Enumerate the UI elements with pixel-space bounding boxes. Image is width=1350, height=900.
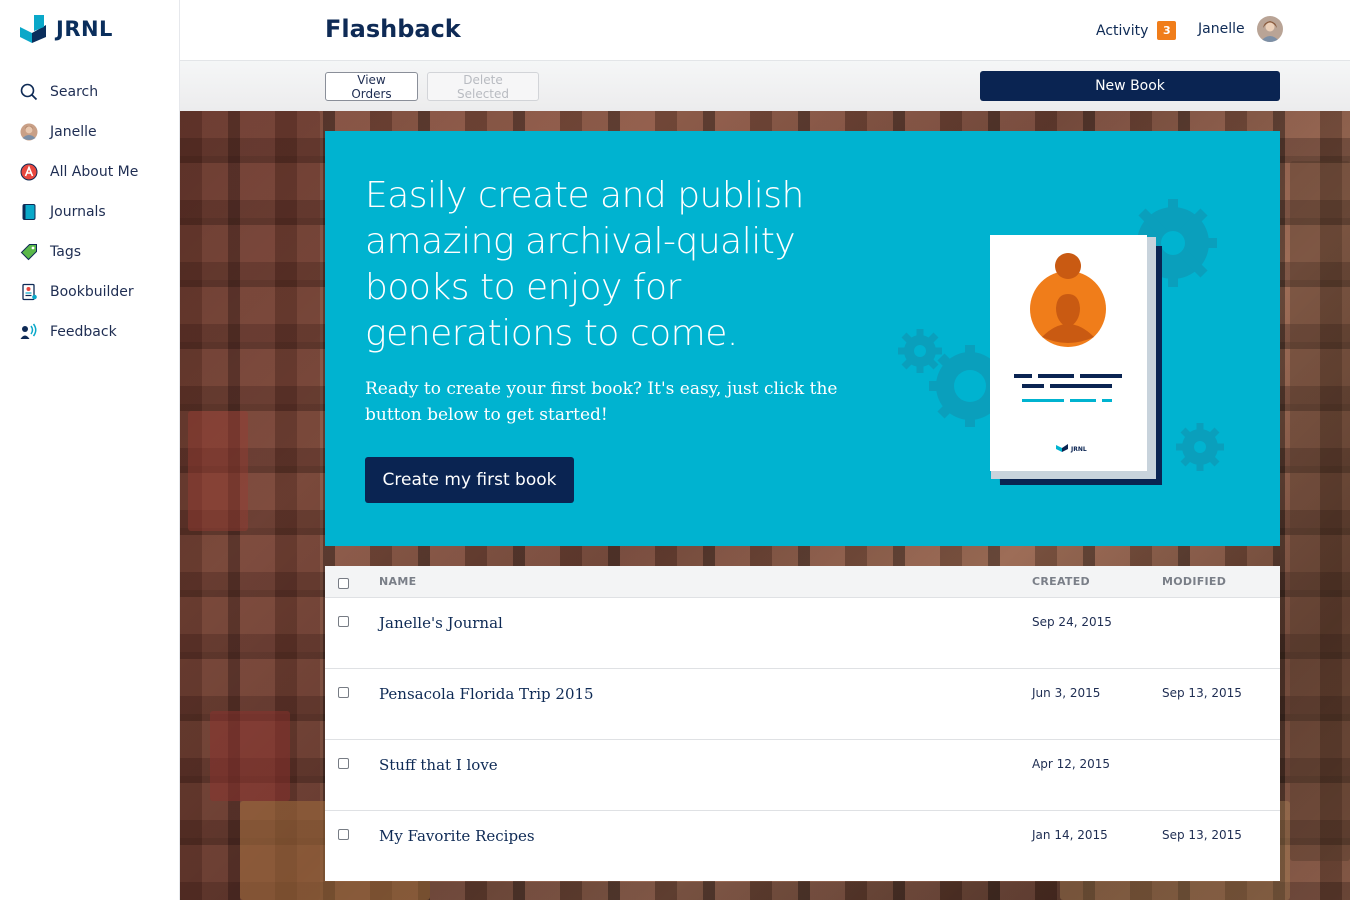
sidebar-item-label: Search [50, 84, 99, 100]
row-checkbox[interactable] [338, 758, 349, 769]
search-icon [19, 82, 39, 102]
sidebar: JRNL Search Janelle All About Me Journal… [0, 0, 180, 900]
row-checkbox[interactable] [338, 687, 349, 698]
promo-headline: Easily create and publish amazing archiv… [365, 175, 804, 354]
toolbar: View Orders Delete Selected New Book [180, 61, 1350, 111]
sidebar-item-journals[interactable]: Journals [0, 192, 180, 232]
book-name[interactable]: My Favorite Recipes [379, 827, 535, 845]
journal-icon [19, 202, 39, 222]
feedback-icon [19, 322, 39, 342]
table-header: NAME CREATED MODIFIED [325, 566, 1280, 598]
book-logo-text: JRNL [1070, 446, 1087, 453]
book-illustration: JRNL [898, 199, 1224, 485]
sidebar-item-janelle[interactable]: Janelle [0, 112, 180, 152]
modified-date: Sep 13, 2015 [1162, 686, 1242, 700]
jrnl-logo[interactable]: JRNL [18, 13, 113, 45]
activity-label: Activity [1096, 22, 1149, 39]
table-row[interactable]: My Favorite Recipes Jan 14, 2015 Sep 13,… [325, 811, 1280, 882]
sidebar-item-bookbuilder[interactable]: Bookbuilder [0, 272, 180, 312]
created-date: Sep 24, 2015 [1032, 615, 1112, 629]
column-header-name[interactable]: NAME [379, 575, 416, 588]
sidebar-item-label: All About Me [50, 164, 139, 180]
book-name[interactable]: Janelle's Journal [379, 614, 503, 632]
gear-icon [1176, 423, 1224, 471]
table-row[interactable]: Stuff that I love Apr 12, 2015 [325, 740, 1280, 811]
top-header: Flashback Activity 3 Janelle [180, 0, 1350, 61]
column-header-created[interactable]: CREATED [1032, 575, 1090, 588]
all-about-me-icon [19, 162, 39, 182]
activity-count-badge: 3 [1157, 21, 1177, 40]
table-body: Janelle's Journal Sep 24, 2015 Pensacola… [325, 598, 1280, 882]
sidebar-item-label: Janelle [50, 124, 97, 140]
books-table: NAME CREATED MODIFIED Janelle's Journal … [325, 566, 1280, 881]
column-header-modified[interactable]: MODIFIED [1162, 575, 1226, 588]
sidebar-item-label: Bookbuilder [50, 284, 134, 300]
table-row[interactable]: Janelle's Journal Sep 24, 2015 [325, 598, 1280, 669]
modified-date: Sep 13, 2015 [1162, 828, 1242, 842]
sidebar-item-search[interactable]: Search [0, 72, 180, 112]
sidebar-item-label: Journals [50, 204, 106, 220]
delete-selected-button[interactable]: Delete Selected [427, 72, 539, 101]
created-date: Jan 14, 2015 [1032, 828, 1108, 842]
view-orders-button[interactable]: View Orders [325, 72, 418, 101]
create-first-book-button[interactable]: Create my first book [365, 457, 574, 503]
bg-block [188, 411, 248, 531]
row-checkbox[interactable] [338, 829, 349, 840]
promo-banner: Easily create and publish amazing archiv… [325, 131, 1280, 546]
page-title: Flashback [325, 15, 461, 43]
gear-icon [898, 329, 942, 373]
sidebar-nav: Search Janelle All About Me Journals Tag… [0, 72, 180, 352]
jrnl-logo-icon [20, 15, 46, 43]
bg-block [1290, 161, 1350, 861]
select-all-checkbox[interactable] [338, 578, 349, 589]
row-checkbox[interactable] [338, 616, 349, 627]
created-date: Apr 12, 2015 [1032, 757, 1111, 771]
promo-subtext: Ready to create your first book? It's ea… [365, 379, 838, 425]
bookbuilder-icon [19, 282, 39, 302]
table-row[interactable]: Pensacola Florida Trip 2015 Jun 3, 2015 … [325, 669, 1280, 740]
sidebar-item-label: Tags [50, 244, 81, 260]
user-menu[interactable]: Janelle [1198, 16, 1283, 42]
sidebar-item-tags[interactable]: Tags [0, 232, 180, 272]
activity-button[interactable]: Activity 3 [1096, 21, 1177, 40]
avatar [1256, 16, 1283, 42]
bg-block [210, 711, 290, 801]
created-date: Jun 3, 2015 [1032, 686, 1101, 700]
user-avatar-icon [19, 122, 39, 142]
book-name[interactable]: Pensacola Florida Trip 2015 [379, 685, 594, 703]
user-name: Janelle [1198, 21, 1245, 37]
sidebar-item-all-about-me[interactable]: All About Me [0, 152, 180, 192]
sidebar-item-feedback[interactable]: Feedback [0, 312, 180, 352]
book-name[interactable]: Stuff that I love [379, 756, 498, 774]
logo-text: JRNL [56, 17, 113, 41]
sidebar-item-label: Feedback [50, 324, 117, 340]
new-book-button[interactable]: New Book [980, 71, 1280, 101]
tag-icon [19, 242, 39, 262]
